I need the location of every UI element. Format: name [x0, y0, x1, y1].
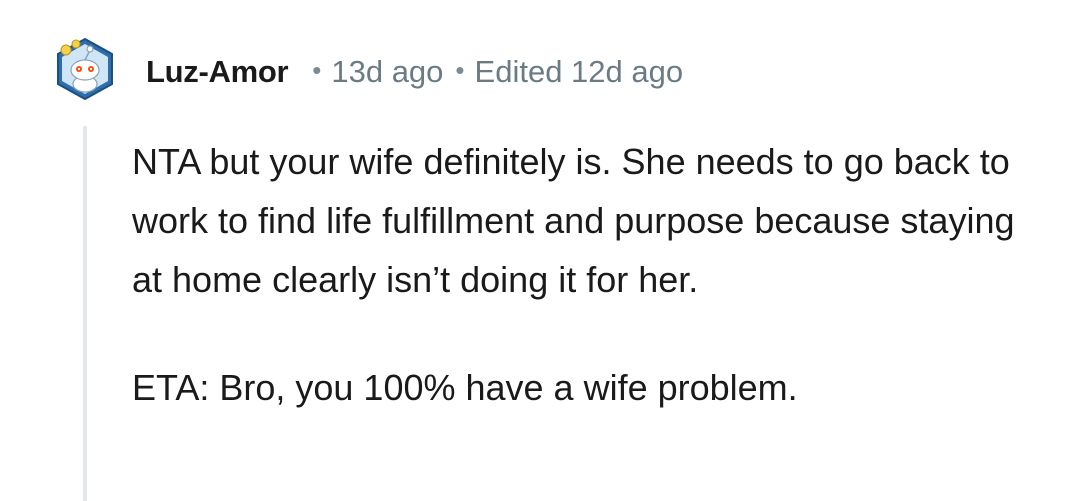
snoo-avatar-icon [57, 37, 113, 101]
edited-label: Edited 12d ago [474, 54, 684, 89]
comment-paragraph: ETA: Bro, you 100% have a wife problem. [132, 367, 798, 408]
comment-body: NTA but your wife definitely is. She nee… [132, 132, 1052, 417]
thread-collapse-line[interactable] [83, 126, 87, 501]
comment-timestamp: 13d ago [331, 54, 444, 89]
comment-paragraph: NTA but your wife definitely is. She nee… [132, 141, 1015, 300]
meta-separator: • [312, 54, 322, 85]
username-link[interactable]: Luz-Amor [146, 54, 289, 90]
comment: Luz-Amor • 13d ago • Edited 12d ago NTA … [0, 0, 1080, 501]
user-avatar[interactable] [52, 36, 118, 102]
comment-meta: Luz-Amor • 13d ago • Edited 12d ago [146, 52, 683, 92]
meta-separator: • [455, 54, 465, 85]
